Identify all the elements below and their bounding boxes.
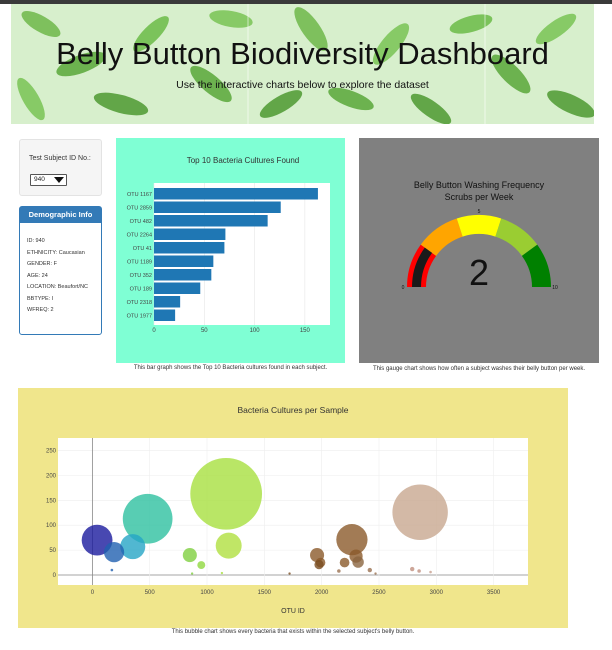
bar-otu-2264[interactable] bbox=[154, 228, 226, 241]
bubble-otu-2420[interactable] bbox=[367, 567, 373, 573]
demographic-field: ETHNICITY: Caucasian bbox=[27, 249, 85, 256]
bubble-x-axis-label: OTU ID bbox=[281, 608, 305, 615]
bar-y-tick-label: OTU 482 bbox=[130, 219, 152, 225]
demographic-field: GENDER: F bbox=[27, 261, 57, 267]
bubble-otu-850[interactable] bbox=[182, 548, 197, 563]
top-ten-bar-chart[interactable]: Top 10 Bacteria Cultures Found 0 50 100 150… bbox=[116, 138, 345, 363]
bubble-x-tick-label: 3500 bbox=[487, 590, 501, 596]
bubble-y-tick-label: 0 bbox=[53, 573, 57, 579]
bubble-otu-2790[interactable] bbox=[410, 566, 415, 572]
subject-id-dropdown[interactable]: 940 bbox=[30, 174, 67, 186]
subject-id-selected-value: 940 bbox=[34, 176, 45, 183]
bar-otu-482[interactable] bbox=[154, 215, 268, 227]
bubble-y-tick-label: 100 bbox=[46, 523, 57, 529]
bar-chart-caption: This bar graph shows the Top 10 Bacteria… bbox=[133, 365, 328, 371]
gauge-chart-panel: Belly Button Washing Frequency Scrubs pe… bbox=[359, 138, 599, 363]
bar-otu-41[interactable] bbox=[154, 242, 225, 254]
bubble-x-tick-label: 2000 bbox=[315, 590, 329, 596]
bar-x-tick-label: 0 bbox=[152, 328, 156, 334]
bar-y-tick-label: OTU 1167 bbox=[127, 192, 152, 198]
gauge-chart-caption: This gauge chart shows how often a subje… bbox=[372, 366, 586, 372]
bubble-otu-352[interactable] bbox=[120, 534, 146, 560]
subject-select-label: Test Subject ID No.: bbox=[29, 155, 91, 162]
bubble-otu-2318[interactable] bbox=[352, 556, 364, 568]
demographic-field: AGE: 24 bbox=[27, 272, 48, 279]
bubble-x-tick-label: 0 bbox=[91, 590, 95, 596]
header-banner: Belly Button Biodiversity Dashboard Use … bbox=[11, 4, 594, 124]
bubble-otu-2950[interactable] bbox=[429, 570, 432, 574]
bar-y-tick-label: OTU 1977 bbox=[127, 313, 152, 319]
demographic-field: ID: 940 bbox=[27, 238, 45, 244]
bar-otu-1189[interactable] bbox=[154, 255, 214, 268]
bar-otu-189[interactable] bbox=[154, 282, 201, 295]
bubble-otu-2470[interactable] bbox=[374, 572, 377, 575]
bar-y-tick-label: OTU 2318 bbox=[127, 300, 152, 306]
gauge-tick-label: 0 bbox=[402, 285, 405, 291]
bar-otu-352[interactable] bbox=[154, 269, 212, 281]
demographic-info-body: ID: 940 ETHNICITY: Caucasian GENDER: F A… bbox=[27, 238, 99, 319]
bar-chart-title: Top 10 Bacteria Cultures Found bbox=[187, 156, 300, 165]
bubble-otu-2850[interactable] bbox=[417, 569, 421, 573]
page-subtitle: Use the interactive charts below to expl… bbox=[176, 79, 429, 91]
bubble-x-tick-label: 500 bbox=[145, 590, 156, 596]
demographic-field: BBTYPE: I bbox=[27, 295, 54, 302]
chevron-down-icon bbox=[54, 177, 64, 183]
gauge-value-readout: 2 bbox=[469, 252, 489, 293]
demographic-field: WFREQ: 2 bbox=[27, 307, 54, 313]
bar-otu-2318[interactable] bbox=[154, 296, 181, 308]
bubble-x-tick-label: 1500 bbox=[258, 590, 272, 596]
bubble-x-tick-label: 2500 bbox=[372, 590, 386, 596]
bubble-y-tick-label: 200 bbox=[46, 473, 57, 479]
bubble-otu-2200[interactable] bbox=[339, 557, 350, 568]
gauge-title: Belly Button Washing Frequency bbox=[414, 180, 545, 190]
bar-otu-2859[interactable] bbox=[154, 201, 281, 214]
bubble-otu-1977[interactable] bbox=[314, 559, 324, 570]
bubble-otu-2150[interactable] bbox=[337, 569, 341, 573]
bubble-otu-1167[interactable] bbox=[190, 457, 263, 530]
bar-x-tick-label: 50 bbox=[201, 328, 208, 334]
bubble-otu-2859[interactable] bbox=[392, 484, 448, 540]
bacteria-bubble-chart[interactable]: Bacteria Cultures per Sample OTU ID 0 50 1… bbox=[18, 388, 568, 628]
bubble-y-tick-label: 50 bbox=[49, 548, 56, 554]
bubble-otu-1189[interactable] bbox=[215, 532, 242, 559]
demographic-info-heading: Demographic Info bbox=[20, 207, 101, 223]
bubble-otu-1720[interactable] bbox=[288, 572, 291, 575]
bar-x-tick-label: 100 bbox=[250, 328, 261, 334]
page-title: Belly Button Biodiversity Dashboard bbox=[56, 36, 549, 71]
bubble-otu-2264[interactable] bbox=[336, 524, 368, 556]
demographic-info-panel: Demographic Info ID: 940 ETHNICITY: Cauc… bbox=[19, 206, 102, 335]
bar-chart-panel: Top 10 Bacteria Cultures Found 0 50 100 150… bbox=[116, 138, 345, 363]
subject-selector-well: Test Subject ID No.: 940 bbox=[19, 139, 102, 196]
wash-frequency-gauge[interactable]: Belly Button Washing Frequency Scrubs pe… bbox=[359, 138, 599, 363]
bar-y-tick-label: OTU 41 bbox=[133, 246, 152, 252]
bar-y-tick-label: OTU 1189 bbox=[127, 259, 152, 265]
gauge-tick-label: 5 bbox=[478, 209, 481, 215]
bubble-chart-caption: This bubble chart shows every bacteria t… bbox=[171, 629, 415, 635]
bar-y-tick-label: OTU 352 bbox=[130, 273, 152, 279]
gauge-band bbox=[456, 215, 502, 237]
gauge-tick-label: 10 bbox=[552, 285, 558, 291]
bubble-x-tick-label: 3000 bbox=[430, 590, 444, 596]
bar-y-tick-label: OTU 2859 bbox=[127, 205, 152, 211]
bubble-otu-170[interactable] bbox=[110, 568, 114, 572]
bubble-otu-1130[interactable] bbox=[220, 571, 224, 575]
bar-y-tick-label: OTU 189 bbox=[130, 286, 152, 292]
bubble-chart-panel: Bacteria Cultures per Sample OTU ID 0 50 1… bbox=[18, 388, 568, 628]
gauge-subtitle: Scrubs per Week bbox=[445, 192, 514, 202]
bar-otu-1167[interactable] bbox=[154, 188, 318, 200]
bubble-y-tick-label: 250 bbox=[46, 448, 57, 454]
bubble-x-tick-label: 1000 bbox=[200, 590, 214, 596]
bubble-otu-870[interactable] bbox=[190, 572, 194, 575]
bubble-otu-189[interactable] bbox=[103, 541, 125, 563]
bubble-chart-title: Bacteria Cultures per Sample bbox=[237, 405, 348, 415]
bar-x-tick-label: 150 bbox=[300, 328, 311, 334]
bar-otu-1977[interactable] bbox=[154, 309, 176, 322]
bubble-y-tick-label: 150 bbox=[46, 498, 57, 504]
bubble-otu-950[interactable] bbox=[197, 561, 206, 570]
bar-y-tick-label: OTU 2264 bbox=[127, 232, 152, 238]
demographic-field: LOCATION: Beaufort/NC bbox=[27, 284, 89, 290]
